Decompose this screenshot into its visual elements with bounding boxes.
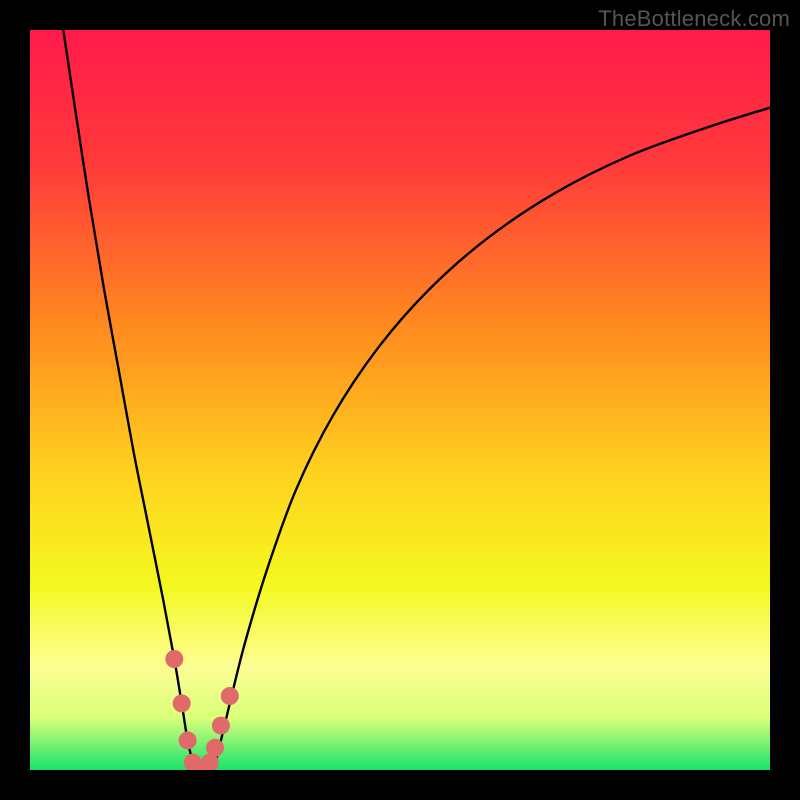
chart-frame: TheBottleneck.com xyxy=(0,0,800,800)
trough-marker-dot xyxy=(206,739,224,757)
plot-area xyxy=(30,30,770,770)
attribution-label: TheBottleneck.com xyxy=(598,6,790,32)
trough-marker-dot xyxy=(179,731,197,749)
bottleneck-chart xyxy=(30,30,770,770)
trough-marker-dot xyxy=(212,717,230,735)
trough-marker-dot xyxy=(165,650,183,668)
trough-marker-dot xyxy=(173,694,191,712)
gradient-background xyxy=(30,30,770,770)
trough-marker-dot xyxy=(221,687,239,705)
